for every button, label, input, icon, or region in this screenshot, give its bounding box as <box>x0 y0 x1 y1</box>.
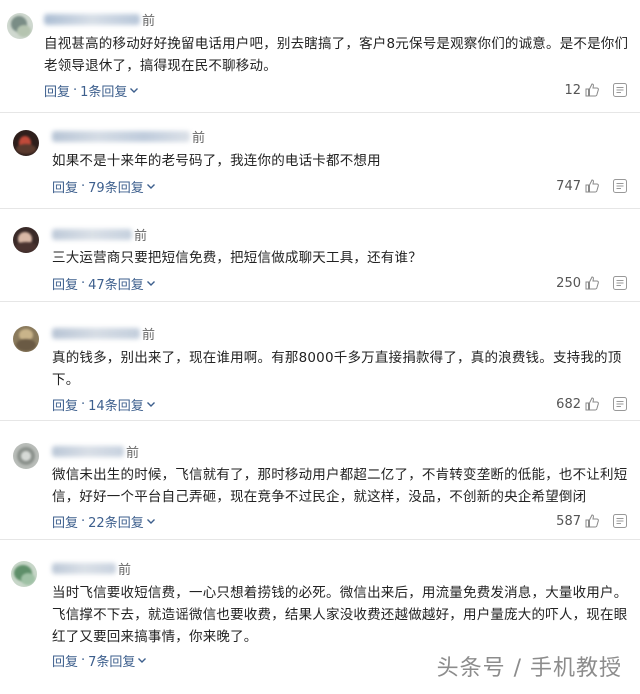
more-options-icon[interactable] <box>612 275 628 291</box>
replies-count-link[interactable]: 47条回复 <box>88 274 144 293</box>
chevron-down-icon[interactable] <box>146 278 156 288</box>
blurred-username <box>52 562 116 574</box>
blurred-username <box>52 327 140 339</box>
more-options-icon[interactable] <box>612 178 628 194</box>
separator: · <box>81 513 86 529</box>
comment-item: 前 自视甚高的移动好好挽留电话用户吧，别去瞎搞了，客户8元保号是观察你们的诚意。… <box>0 0 640 112</box>
reply-button[interactable]: 回复 <box>52 512 78 531</box>
replies-count-link[interactable]: 7条回复 <box>88 651 135 670</box>
blurred-username <box>52 445 124 457</box>
separator: · <box>81 396 86 412</box>
comment-actions: 回复 · 14条回复 <box>52 394 156 414</box>
comment-actions: 回复 · 22条回复 <box>52 511 156 531</box>
comment-text: 如果不是十来年的老号码了，我连你的电话卡都不想用 <box>52 153 381 169</box>
separator: · <box>81 178 86 194</box>
comment-author[interactable]: 前 <box>52 324 156 343</box>
separator: · <box>73 82 78 98</box>
comment-actions: 回复 · 79条回复 <box>52 176 156 196</box>
like-button[interactable]: 12 <box>564 80 600 100</box>
replies-count-link[interactable]: 22条回复 <box>88 512 144 531</box>
thumbs-up-icon <box>585 514 599 528</box>
thumbs-up-icon <box>585 179 599 193</box>
comment-item: 前 如果不是十来年的老号码了，我连你的电话卡都不想用 回复 · 79条回复 74… <box>0 113 640 208</box>
thumbs-up-icon <box>585 276 599 290</box>
like-button[interactable]: 250 <box>556 273 600 293</box>
comment-time: 前 <box>142 13 156 29</box>
chevron-down-icon[interactable] <box>146 181 156 191</box>
blurred-username <box>52 228 132 240</box>
like-count: 682 <box>556 396 581 412</box>
avatar[interactable] <box>13 227 39 253</box>
comment-time: 前 <box>192 130 206 146</box>
comment-item: 前 真的钱多，别出来了，现在谁用啊。有那8000千多万直接捐款得了，真的浪费钱。… <box>0 302 640 420</box>
reply-button[interactable]: 回复 <box>52 274 78 293</box>
watermark: 头条号 / 手机教授 <box>436 656 622 681</box>
thumbs-up-icon <box>585 397 599 411</box>
like-count: 747 <box>556 178 581 194</box>
comment-actions: 回复 · 47条回复 <box>52 273 156 293</box>
replies-count-link[interactable]: 14条回复 <box>88 395 144 414</box>
comment-text: 真的钱多，别出来了，现在谁用啊。有那8000千多万直接捐款得了，真的浪费钱。支持… <box>52 350 622 388</box>
more-options-icon[interactable] <box>612 82 628 98</box>
like-count: 250 <box>556 275 581 291</box>
replies-count-link[interactable]: 79条回复 <box>88 177 144 196</box>
reply-button[interactable]: 回复 <box>52 177 78 196</box>
blurred-username <box>44 13 140 25</box>
comment-item: 前 微信未出生的时候，飞信就有了，那时移动用户都超二亿了，不肯转变垄断的低能，也… <box>0 421 640 539</box>
comment-text: 自视甚高的移动好好挽留电话用户吧，别去瞎搞了，客户8元保号是观察你们的诚意。是不… <box>44 36 629 74</box>
comment-time: 前 <box>118 562 132 578</box>
avatar[interactable] <box>13 326 39 352</box>
separator: · <box>81 275 86 291</box>
chevron-down-icon[interactable] <box>146 516 156 526</box>
comment-time: 前 <box>142 327 156 343</box>
like-count: 12 <box>564 82 581 98</box>
chevron-down-icon[interactable] <box>137 655 147 665</box>
comment-actions: 回复 · 1条回复 <box>44 80 139 100</box>
more-options-icon[interactable] <box>612 513 628 529</box>
comment-author[interactable]: 前 <box>52 442 140 461</box>
blurred-username <box>52 130 190 142</box>
avatar[interactable] <box>13 130 39 156</box>
comment-text: 当时飞信要收短信费，一心只想着捞钱的必死。微信出来后，用流量免费发消息，大量收用… <box>52 585 628 645</box>
comment-time: 前 <box>134 228 148 244</box>
chevron-down-icon[interactable] <box>129 85 139 95</box>
like-button[interactable]: 747 <box>556 176 600 196</box>
chevron-down-icon[interactable] <box>146 399 156 409</box>
comment-author[interactable]: 前 <box>44 10 156 29</box>
comment-text: 微信未出生的时候，飞信就有了，那时移动用户都超二亿了，不肯转变垄断的低能，也不让… <box>52 467 628 505</box>
comment-text: 三大运营商只要把短信免费，把短信做成聊天工具，还有谁？ <box>52 250 422 266</box>
more-options-icon[interactable] <box>612 396 628 412</box>
comment-item: 前 三大运营商只要把短信免费，把短信做成聊天工具，还有谁？ 回复 · 47条回复… <box>0 209 640 301</box>
like-button[interactable]: 587 <box>556 511 600 531</box>
comment-author[interactable]: 前 <box>52 559 132 578</box>
comment-author[interactable]: 前 <box>52 225 148 244</box>
separator: · <box>81 652 86 668</box>
reply-button[interactable]: 回复 <box>52 651 78 670</box>
like-count: 587 <box>556 513 581 529</box>
thumbs-up-icon <box>585 83 599 97</box>
like-button[interactable]: 682 <box>556 394 600 414</box>
comment-author[interactable]: 前 <box>52 127 206 146</box>
avatar[interactable] <box>13 443 39 469</box>
avatar[interactable] <box>7 13 33 39</box>
reply-button[interactable]: 回复 <box>52 395 78 414</box>
reply-button[interactable]: 回复 <box>44 81 70 100</box>
comment-time: 前 <box>126 445 140 461</box>
avatar[interactable] <box>11 561 37 587</box>
comment-actions: 回复 · 7条回复 <box>52 650 147 670</box>
replies-count-link[interactable]: 1条回复 <box>80 81 127 100</box>
